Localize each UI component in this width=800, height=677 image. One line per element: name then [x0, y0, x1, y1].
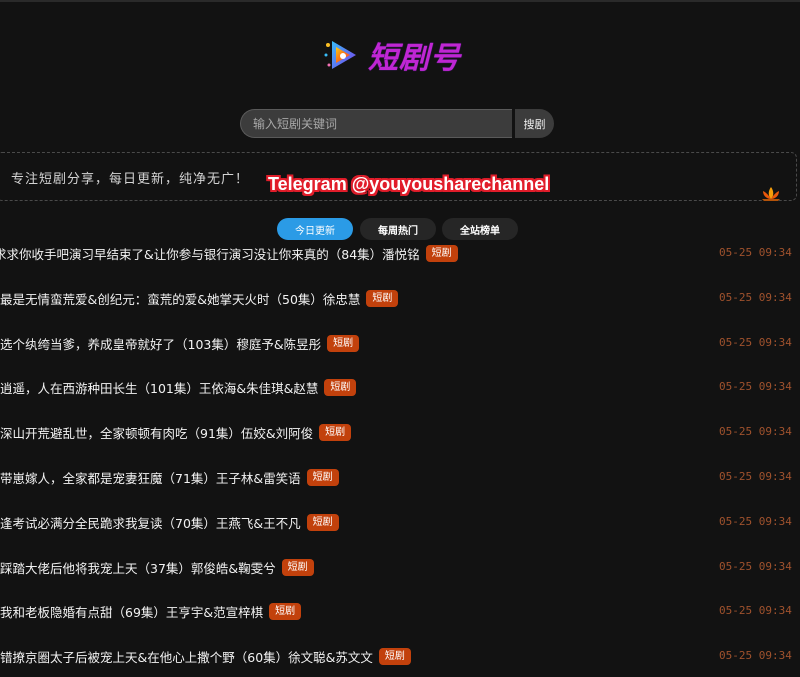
list-item: 最是无情蛮荒爱&创纪元：蛮荒的爱&她掌天火时（50集）徐忠慧 短剧 05-25 … — [0, 281, 800, 326]
list-item-link[interactable]: 带崽嫁人，全家都是宠妻狂魔（71集）王子林&雷笑语 短剧 — [0, 468, 339, 487]
list-item-title: 深山开荒避乱世，全家顿顿有肉吃（91集）伍姣&刘阿俊 — [0, 426, 314, 442]
category-tag: 短剧 — [327, 334, 360, 352]
list-item-title: 最是无情蛮荒爱&创纪元：蛮荒的爱&她掌天火时（50集）徐忠慧 — [0, 291, 361, 307]
search-input[interactable] — [240, 109, 512, 138]
list-item: 带崽嫁人，全家都是宠妻狂魔（71集）王子林&雷笑语 短剧 05-25 09:34 — [0, 460, 800, 505]
list-item-time: 05-25 09:34 — [719, 335, 792, 349]
search-button[interactable]: 搜剧 — [515, 109, 554, 138]
category-tag: 短剧 — [378, 648, 411, 666]
list-item: 我和老板隐婚有点甜（69集）王亨宇&范宣梓棋 短剧 05-25 09:34 — [0, 594, 800, 639]
category-tag: 短剧 — [306, 513, 339, 531]
top-divider — [0, 0, 800, 2]
list-item-link[interactable]: 求求你收手吧演习早结束了&让你参与银行演习没让你来真的（84集）潘悦铭 短剧 — [0, 244, 458, 263]
category-tag: 短剧 — [319, 424, 352, 442]
list-item: 深山开荒避乱世，全家顿顿有肉吃（91集）伍姣&刘阿俊 短剧 05-25 09:3… — [0, 415, 800, 460]
list-item-title: 踩踏大佬后他将我宠上天（37集）郭俊皓&鞠雯兮 — [0, 560, 276, 576]
list-item: 逢考试必满分全民跪求我复读（70集）王燕飞&王不凡 短剧 05-25 09:34 — [0, 505, 800, 550]
list-item: 求求你收手吧演习早结束了&让你参与银行演习没让你来真的（84集）潘悦铭 短剧 0… — [0, 236, 800, 281]
play-logo-icon — [324, 41, 356, 69]
list-item-link[interactable]: 逍遥，人在西游种田长生（101集）王依海&朱佳琪&赵慧 短剧 — [0, 378, 357, 397]
logo-text: 短剧号 — [368, 41, 461, 76]
lotus-icon — [762, 187, 780, 201]
list-item-link[interactable]: 逢考试必满分全民跪求我复读（70集）王燕飞&王不凡 短剧 — [0, 513, 339, 532]
list-item-time: 05-25 09:34 — [719, 469, 792, 483]
category-tag: 短剧 — [425, 245, 458, 262]
category-tag: 短剧 — [306, 468, 339, 486]
list-item: 错撩京圈太子后被宠上天&在他心上撒个野（60集）徐文聪&苏文文 短剧 05-25… — [0, 639, 800, 677]
list-item-time: 05-25 09:34 — [719, 559, 792, 573]
list-item: 逍遥，人在西游种田长生（101集）王依海&朱佳琪&赵慧 短剧 05-25 09:… — [0, 370, 800, 415]
category-tag: 短剧 — [324, 379, 357, 397]
list-item-title: 错撩京圈太子后被宠上天&在他心上撒个野（60集）徐文聪&苏文文 — [0, 650, 373, 666]
category-tag: 短剧 — [366, 289, 399, 307]
notice-text: 专注短剧分享，每日更新，纯净无广！ — [11, 172, 250, 187]
list-item-link[interactable]: 错撩京圈太子后被宠上天&在他心上撒个野（60集）徐文聪&苏文文 短剧 — [0, 647, 411, 666]
list-item-time: 05-25 09:34 — [719, 290, 792, 304]
list-item-title: 逢考试必满分全民跪求我复读（70集）王燕飞&王不凡 — [0, 515, 301, 531]
list-item-time: 05-25 09:34 — [719, 649, 792, 663]
list-item-time: 05-25 09:34 — [719, 604, 792, 618]
telegram-watermark: Telegram @youyousharechannel — [268, 174, 550, 194]
list-item-time: 05-25 09:34 — [719, 246, 792, 259]
list-item-link[interactable]: 踩踏大佬后他将我宠上天（37集）郭俊皓&鞠雯兮 短剧 — [0, 558, 314, 577]
list-item-time: 05-25 09:34 — [719, 380, 792, 394]
list-item: 踩踏大佬后他将我宠上天（37集）郭俊皓&鞠雯兮 短剧 05-25 09:34 — [0, 550, 800, 595]
page: 短剧号 搜剧 专注短剧分享，每日更新，纯净无广！ Telegram @youyo… — [0, 0, 800, 677]
list-item: 选个纨绔当爹，养成皇帝就好了（103集）穆庭予&陈昱彤 短剧 05-25 09:… — [0, 326, 800, 371]
list-item-title: 逍遥，人在西游种田长生（101集）王依海&朱佳琪&赵慧 — [0, 381, 319, 397]
list-item-title: 带崽嫁人，全家都是宠妻狂魔（71集）王子林&雷笑语 — [0, 470, 301, 486]
list-item-link[interactable]: 选个纨绔当爹，养成皇帝就好了（103集）穆庭予&陈昱彤 短剧 — [0, 334, 360, 353]
drama-list: 求求你收手吧演习早结束了&让你参与银行演习没让你来真的（84集）潘悦铭 短剧 0… — [0, 236, 800, 677]
list-item-link[interactable]: 深山开荒避乱世，全家顿顿有肉吃（91集）伍姣&刘阿俊 短剧 — [0, 423, 352, 442]
list-item-time: 05-25 09:34 — [719, 425, 792, 439]
list-item-title: 我和老板隐婚有点甜（69集）王亨宇&范宣梓棋 — [0, 605, 264, 621]
category-tag: 短剧 — [269, 603, 302, 621]
list-item-link[interactable]: 我和老板隐婚有点甜（69集）王亨宇&范宣梓棋 短剧 — [0, 602, 302, 621]
category-tag: 短剧 — [281, 558, 314, 576]
list-item-link[interactable]: 最是无情蛮荒爱&创纪元：蛮荒的爱&她掌天火时（50集）徐忠慧 短剧 — [0, 289, 399, 308]
site-logo[interactable]: 短剧号 — [322, 34, 482, 76]
list-item-time: 05-25 09:34 — [719, 514, 792, 528]
list-item-title: 求求你收手吧演习早结束了&让你参与银行演习没让你来真的（84集）潘悦铭 — [0, 247, 420, 262]
list-item-title: 选个纨绔当爹，养成皇帝就好了（103集）穆庭予&陈昱彤 — [0, 336, 322, 352]
